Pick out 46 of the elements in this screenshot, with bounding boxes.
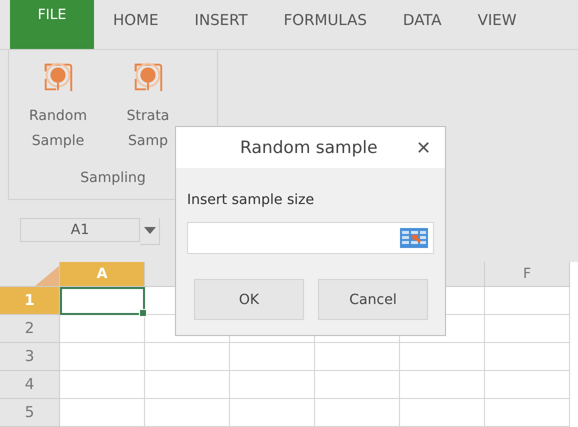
- grid-cell[interactable]: [485, 371, 570, 399]
- grid-cell[interactable]: [145, 343, 230, 371]
- group-label: Sampling: [79, 170, 147, 186]
- grid-cell[interactable]: [60, 371, 145, 399]
- selected-cell[interactable]: [60, 287, 145, 315]
- grid-cell[interactable]: [145, 399, 230, 427]
- ribbon-tab[interactable]: VIEW: [478, 0, 517, 49]
- field-label: Insert sample size: [187, 192, 316, 208]
- row-header[interactable]: 2: [0, 315, 60, 343]
- grid-cell[interactable]: [485, 343, 570, 371]
- close-button[interactable]: ✕: [416, 136, 431, 158]
- grid-cell[interactable]: [315, 371, 400, 399]
- grid-cell[interactable]: [60, 315, 145, 343]
- grid-cell[interactable]: [485, 287, 570, 315]
- range-select-icon[interactable]: [399, 227, 429, 249]
- grid-cell[interactable]: [400, 399, 485, 427]
- grid-cell[interactable]: [400, 343, 485, 371]
- ribbon-tab[interactable]: FORMULAS: [284, 0, 367, 49]
- grid-cell[interactable]: [485, 315, 570, 343]
- row-header[interactable]: 5: [0, 399, 60, 427]
- row-header[interactable]: 4: [0, 371, 60, 399]
- dialog-button[interactable]: OK: [194, 279, 304, 320]
- dialog-title: Random sample: [240, 138, 379, 158]
- grid-cell[interactable]: [400, 371, 485, 399]
- row-header[interactable]: 3: [0, 343, 60, 371]
- file-tab[interactable]: FILE: [10, 0, 94, 49]
- grid-cell[interactable]: [145, 371, 230, 399]
- ribbon-tab[interactable]: INSERT: [194, 0, 248, 49]
- column-header[interactable]: F: [485, 262, 570, 287]
- grid-cell[interactable]: [315, 343, 400, 371]
- grid-cell[interactable]: [485, 399, 570, 427]
- grid-cell[interactable]: [230, 343, 315, 371]
- fill-handle[interactable]: [139, 309, 147, 317]
- grid-cell[interactable]: [60, 343, 145, 371]
- input-field[interactable]: [187, 222, 434, 254]
- dialog-button[interactable]: Cancel: [318, 279, 428, 320]
- grid-cell[interactable]: [315, 399, 400, 427]
- dropdown-icon[interactable]: [140, 218, 160, 245]
- grid-cell[interactable]: [230, 399, 315, 427]
- grid-cell[interactable]: [60, 399, 145, 427]
- ribbon-tab[interactable]: DATA: [402, 0, 442, 49]
- grid-cell[interactable]: [230, 371, 315, 399]
- ribbon-button[interactable]: Random Sample: [23, 60, 93, 170]
- name-box[interactable]: A1: [20, 218, 140, 242]
- ribbon-button[interactable]: Strata Samp: [113, 60, 183, 170]
- ribbon-tab[interactable]: HOME: [113, 0, 159, 49]
